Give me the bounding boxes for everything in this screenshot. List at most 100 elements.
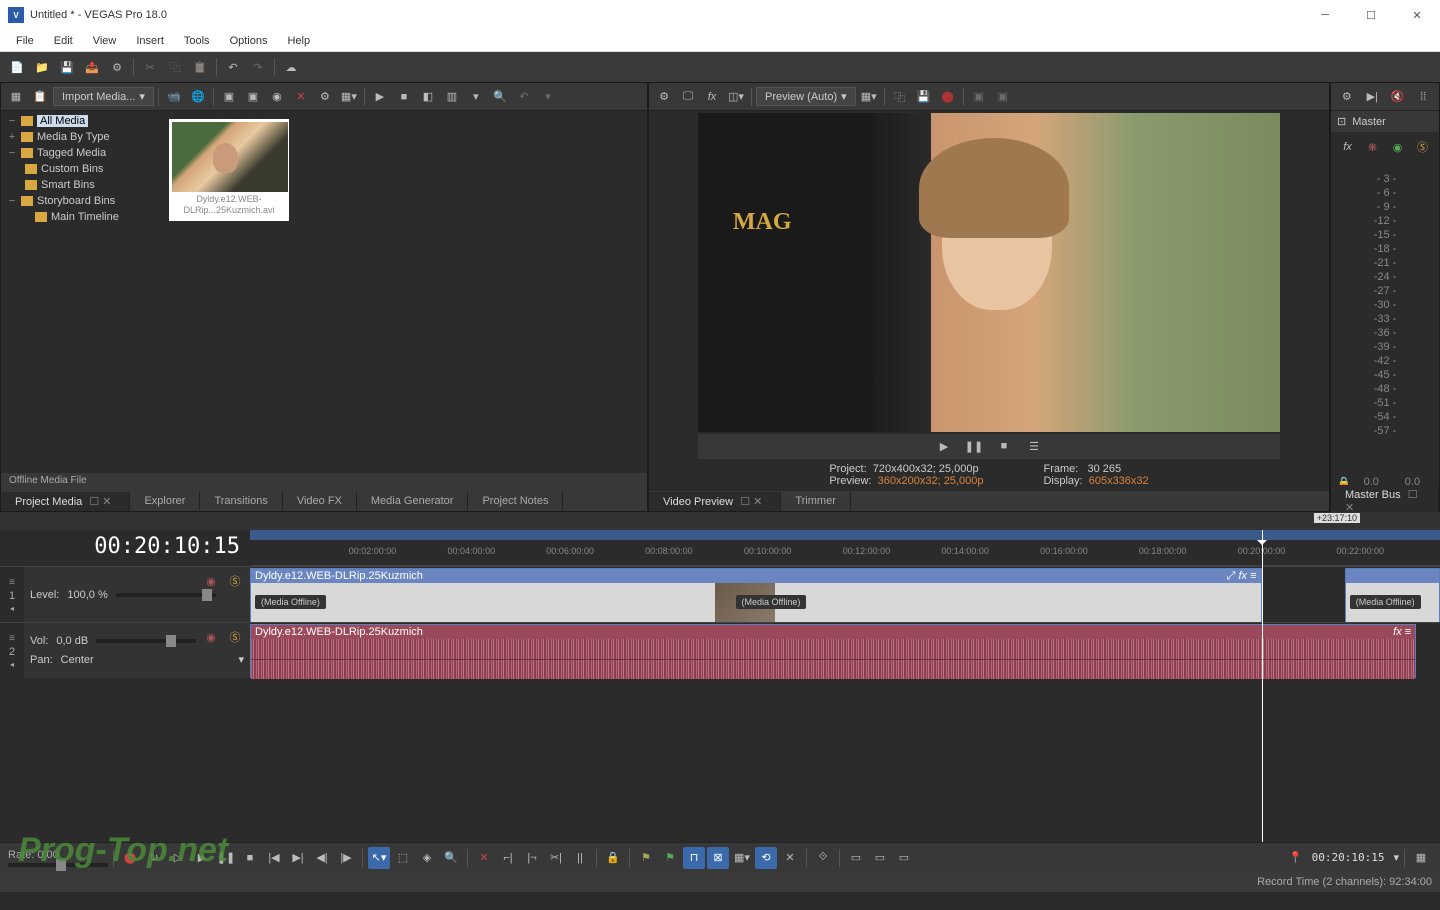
get-media-icon[interactable]: 🌐 [187, 86, 209, 108]
master-tool-3[interactable]: Ⓢ [1412, 136, 1433, 158]
tree-smart-bins[interactable]: Smart Bins [3, 177, 159, 193]
open-icon[interactable]: 📁 [31, 56, 53, 78]
zoom-icon[interactable]: 🔍 [440, 847, 462, 869]
copy-icon[interactable]: ⿻ [164, 56, 186, 78]
paste-icon[interactable]: 📋 [189, 56, 211, 78]
tab-project-media[interactable]: Project Media ☐ ✕ [1, 492, 130, 511]
render-icon[interactable]: 📤 [81, 56, 103, 78]
pv-stop-icon[interactable]: ■ [993, 435, 1015, 457]
envelope-icon[interactable]: ◈ [416, 847, 438, 869]
menu-file[interactable]: File [6, 32, 44, 50]
tab-video-fx[interactable]: Video FX [283, 492, 357, 510]
import-media-button[interactable]: Import Media...▾ [53, 87, 154, 106]
trim-end-icon[interactable]: |¬ [521, 847, 543, 869]
pm-fwd-icon[interactable]: ▾ [537, 86, 559, 108]
tab-project-notes[interactable]: Project Notes [468, 492, 563, 510]
pm-tool-3[interactable]: ◉ [266, 86, 288, 108]
pm-icon-2[interactable]: 📋 [29, 86, 51, 108]
pm-icon-1[interactable]: ▦ [5, 86, 27, 108]
maximize-button[interactable]: ☐ [1348, 0, 1394, 30]
selection-icon[interactable]: ⬚ [392, 847, 414, 869]
new-icon[interactable]: 📄 [6, 56, 28, 78]
delete-icon[interactable]: ✕ [473, 847, 495, 869]
pv-copy-icon[interactable]: ⿻ [889, 86, 911, 108]
tree-tagged[interactable]: −Tagged Media [3, 145, 159, 161]
menu-options[interactable]: Options [220, 32, 278, 50]
track-2-header[interactable]: ≡2◂ ◉Ⓢ Vol:0,0 dB Pan:Center▾ [0, 622, 250, 678]
track1-level-slider[interactable] [116, 593, 216, 597]
tool-x1[interactable]: ⟐ [812, 847, 834, 869]
menu-edit[interactable]: Edit [44, 32, 83, 50]
pm-dropdown[interactable]: ▾ [465, 86, 487, 108]
master-tool-2[interactable]: ◉ [1387, 136, 1408, 158]
track-menu-icon[interactable]: ≡ [9, 633, 15, 644]
pv-ext-icon[interactable]: 🖵 [677, 86, 699, 108]
pm-gear-icon[interactable]: ⚙ [314, 86, 336, 108]
preview-quality-button[interactable]: Preview (Auto)▾ [756, 87, 856, 106]
tool-y2[interactable]: ▭ [869, 847, 891, 869]
track2-mute-icon[interactable]: ◉ [200, 626, 222, 648]
tree-all-media[interactable]: −All Media [3, 113, 159, 129]
pm-tool-1[interactable]: ▣ [218, 86, 240, 108]
marker-icon[interactable]: ⚑ [635, 847, 657, 869]
video-clip-1[interactable]: Dyldy.e12.WEB-DLRip.25Kuzmich⤢ fx ≡ (Med… [250, 568, 1262, 622]
tool-y3[interactable]: ▭ [893, 847, 915, 869]
pm-stop-icon[interactable]: ■ [393, 86, 415, 108]
track-1-header[interactable]: ≡1◂ ◉Ⓢ Level:100,0 % [0, 566, 250, 622]
pv-rec-icon[interactable]: ⬤ [937, 86, 959, 108]
pv-tool-b[interactable]: ▣ [992, 86, 1014, 108]
normal-edit-icon[interactable]: ↖▾ [368, 847, 390, 869]
pv-tool-a[interactable]: ▣ [968, 86, 990, 108]
pv-menu-icon[interactable]: ☰ [1023, 435, 1045, 457]
audio-clip[interactable]: Dyldy.e12.WEB-DLRip.25Kuzmichfx ≡ [250, 624, 1416, 678]
tab-trimmer[interactable]: Trimmer [781, 492, 851, 510]
pm-back-icon[interactable]: ↶ [513, 86, 535, 108]
tree-storyboard[interactable]: −Storyboard Bins [3, 193, 159, 209]
tool-q2[interactable]: ▦▾ [731, 847, 753, 869]
pv-play-icon[interactable]: ▶ [933, 435, 955, 457]
tab-explorer[interactable]: Explorer [130, 492, 200, 510]
stop-icon[interactable]: ■ [239, 847, 261, 869]
track2-solo-icon[interactable]: Ⓢ [224, 626, 246, 648]
cut-icon[interactable]: ✂ [139, 56, 161, 78]
go-start-icon[interactable]: |◀ [263, 847, 285, 869]
master-sliders-icon[interactable]: ⁞⁞ [1412, 86, 1434, 108]
tc-dropdown[interactable]: ▾ [1393, 851, 1399, 864]
add-track-icon[interactable]: ▦ [1410, 847, 1432, 869]
video-clip-2[interactable]: (Media Offline) [1345, 568, 1440, 622]
autocross-icon[interactable]: ✕ [779, 847, 801, 869]
tab-video-preview[interactable]: Video Preview ☐ ✕ [649, 492, 781, 511]
tree-custom-bins[interactable]: Custom Bins [3, 161, 159, 177]
quantize-icon[interactable]: ⊠ [707, 847, 729, 869]
search-icon[interactable]: 🔍 [489, 86, 511, 108]
timecode-display[interactable]: 00:20:10:15 [0, 530, 250, 566]
tab-transitions[interactable]: Transitions [200, 492, 282, 510]
pm-play-icon[interactable]: ▶ [369, 86, 391, 108]
snap-icon[interactable]: ⊓ [683, 847, 705, 869]
master-next-icon[interactable]: ▶| [1361, 86, 1383, 108]
split-icon[interactable]: ✂| [545, 847, 567, 869]
capture-icon[interactable]: 📹 [163, 86, 185, 108]
timeline-tracks[interactable]: 00:02:00:0000:04:00:0000:06:00:0000:08:0… [250, 530, 1440, 842]
transport-timecode[interactable]: 00:20:10:15 [1306, 851, 1391, 864]
rate-slider[interactable] [8, 863, 108, 867]
master-fx-icon[interactable]: fx [1337, 136, 1358, 158]
pv-pause-icon[interactable]: ❚❚ [963, 435, 985, 457]
region-icon[interactable]: ⚑ [659, 847, 681, 869]
prev-frame-icon[interactable]: ◀| [311, 847, 333, 869]
track1-solo-icon[interactable]: Ⓢ [224, 570, 246, 592]
track-menu-icon[interactable]: ≡ [9, 577, 15, 588]
pv-grid-icon[interactable]: ▦▾ [858, 86, 880, 108]
menu-help[interactable]: Help [277, 32, 320, 50]
pv-save-icon[interactable]: 💾 [913, 86, 935, 108]
trim-start-icon[interactable]: ⌐| [497, 847, 519, 869]
tool-y1[interactable]: ▭ [845, 847, 867, 869]
tree-by-type[interactable]: +Media By Type [3, 129, 159, 145]
close-button[interactable]: ✕ [1394, 0, 1440, 30]
autoripple-icon[interactable]: ⟲ [755, 847, 777, 869]
play-icon[interactable]: ▶ [191, 847, 213, 869]
minimize-button[interactable]: ─ [1302, 0, 1348, 30]
master-gear-icon[interactable]: ⚙ [1336, 86, 1358, 108]
go-end-icon[interactable]: ▶| [287, 847, 309, 869]
lock-icon[interactable]: 🔒 [602, 847, 624, 869]
